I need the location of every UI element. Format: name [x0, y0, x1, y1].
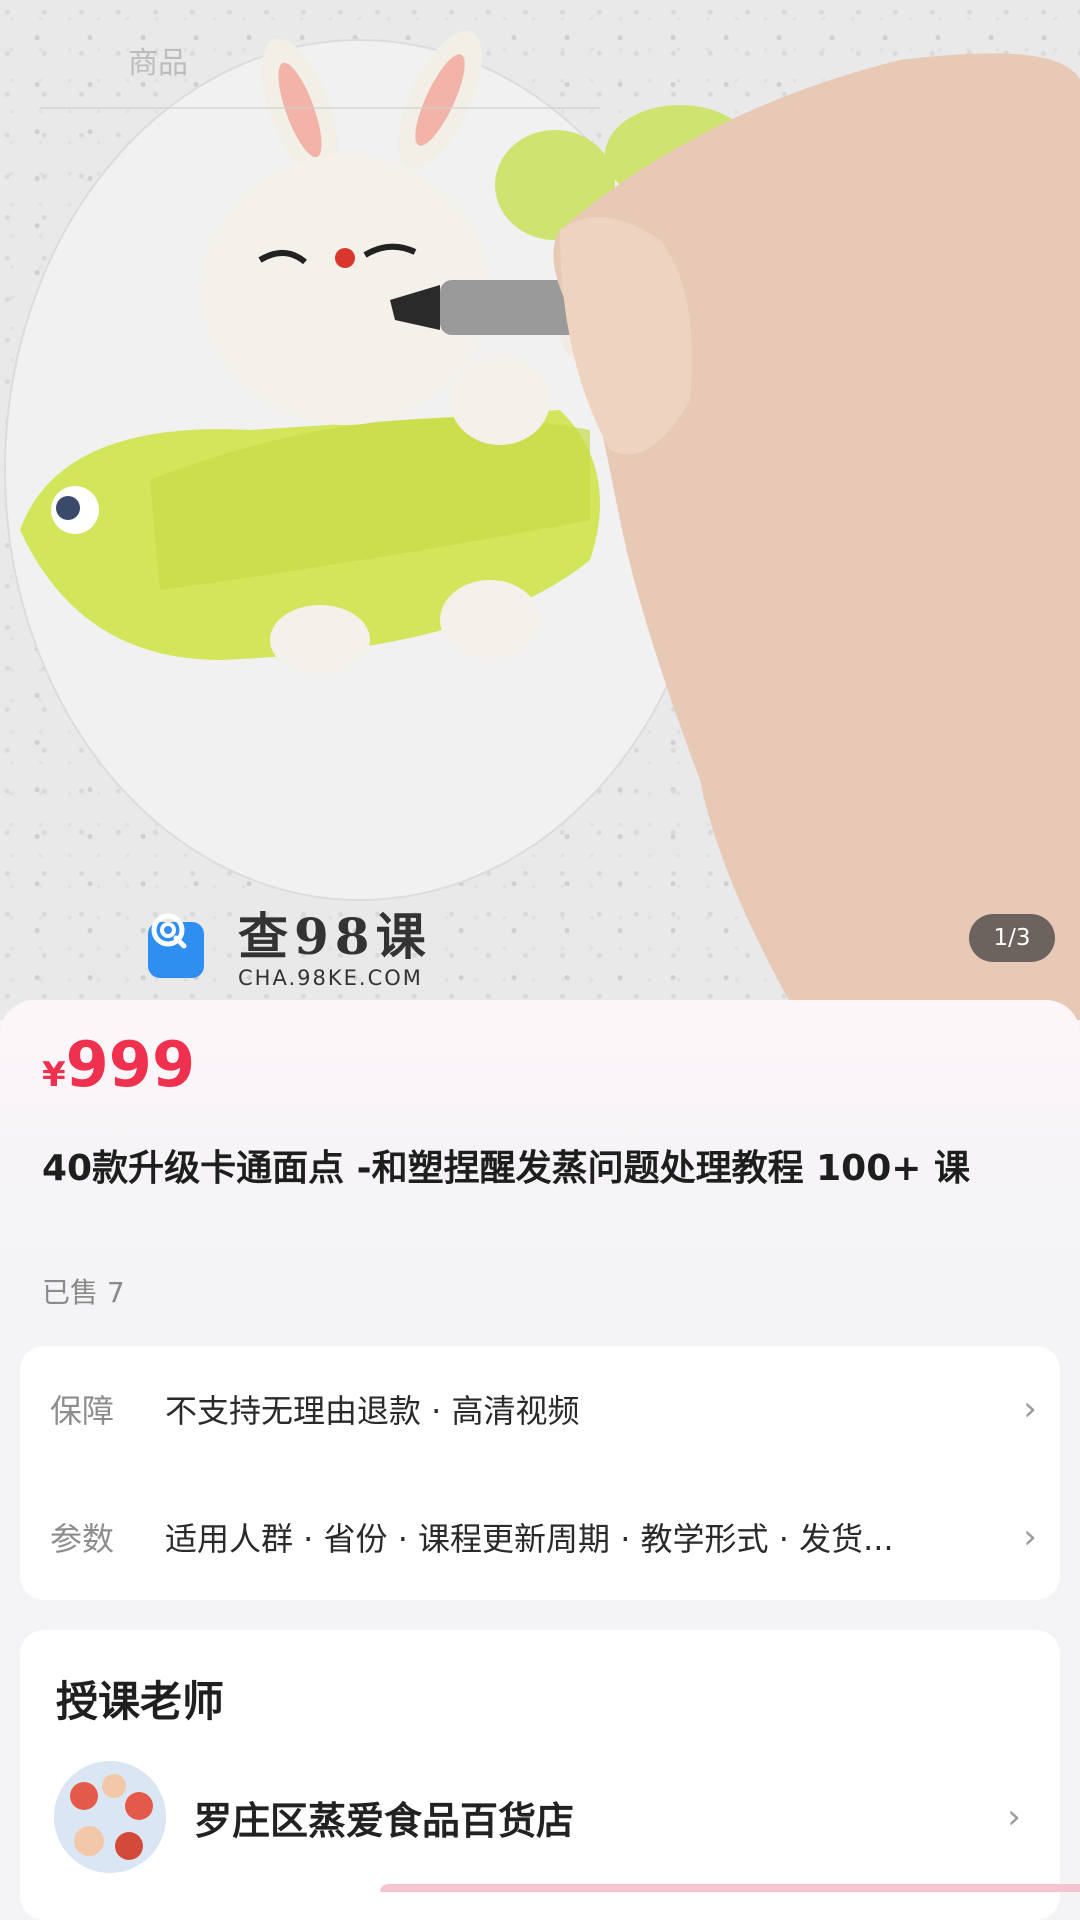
bottom-bar-edge	[380, 1884, 1080, 1892]
hero-tab-label[interactable]: 商品	[128, 38, 188, 82]
product-title: 40款升级卡通面点 -和塑捏醒发蒸问题处理教程 100+ 课	[42, 1148, 970, 1189]
hero-tab-underline	[40, 107, 600, 109]
guarantee-text: 不支持无理由退款 · 高清视频	[165, 1392, 580, 1430]
params-label: 参数	[50, 1520, 115, 1558]
watermark-title: 查98课	[238, 907, 432, 966]
sold-count: 已售 7	[42, 1276, 125, 1309]
info-panel: 保障 不支持无理由退款 · 高清视频 › 参数 适用人群 · 省份 · 课程更新…	[20, 1346, 1060, 1600]
teacher-avatar	[54, 1761, 166, 1873]
watermark-subtitle: CHA.98KE.COM	[238, 966, 423, 990]
price-value: 999	[65, 1028, 196, 1101]
watermark: 查98课 CHA.98KE.COM	[148, 910, 432, 990]
params-text: 适用人群 · 省份 · 课程更新周期 · 教学形式 · 发货...	[165, 1520, 894, 1558]
image-counter: 1/3	[969, 914, 1055, 962]
chevron-right-icon: ›	[1023, 1389, 1037, 1429]
price: ¥999	[42, 1028, 195, 1101]
teacher-panel: 授课老师 罗庄区蒸爱食品百货店 ›	[20, 1630, 1060, 1920]
teacher-section-title: 授课老师	[56, 1677, 225, 1726]
params-row[interactable]: 参数 适用人群 · 省份 · 课程更新周期 · 教学形式 · 发货... ›	[20, 1474, 1060, 1600]
teacher-name: 罗庄区蒸爱食品百货店	[194, 1798, 575, 1843]
teacher-item[interactable]: 罗庄区蒸爱食品百货店 ›	[54, 1761, 1044, 1873]
currency-symbol: ¥	[42, 1055, 66, 1095]
watermark-logo-icon	[148, 913, 204, 978]
product-photo	[4, 30, 1080, 1020]
chevron-right-icon: ›	[1007, 1797, 1021, 1837]
guarantee-row[interactable]: 保障 不支持无理由退款 · 高清视频 ›	[20, 1346, 1060, 1472]
guarantee-label: 保障	[50, 1392, 115, 1430]
chevron-right-icon: ›	[1023, 1517, 1037, 1557]
product-image-carousel[interactable]: 商品 查98课 CHA.98KE.COM 1/3	[0, 0, 1080, 1020]
